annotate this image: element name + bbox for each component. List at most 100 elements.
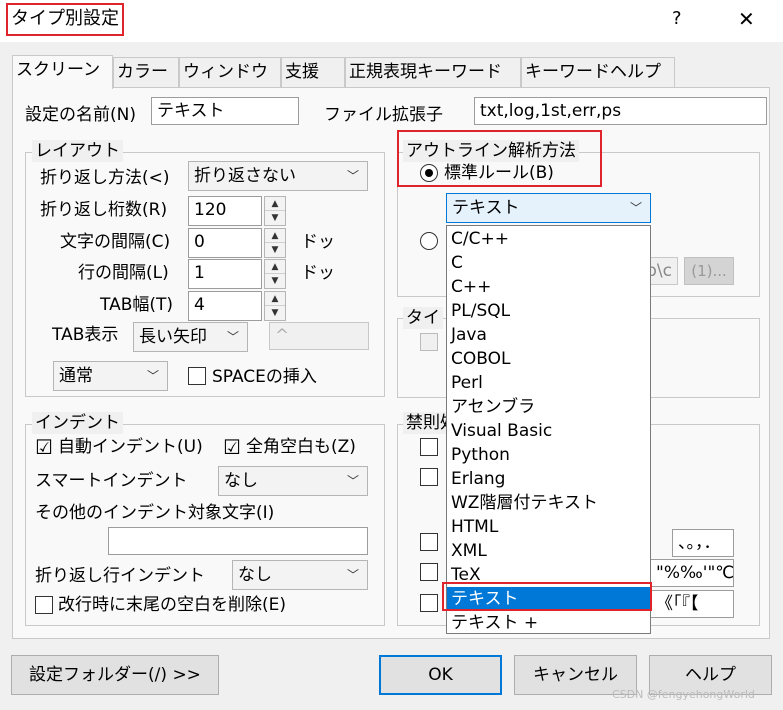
standard-rule-radio[interactable]: [420, 164, 438, 182]
wrap-method-value: 折り返さない: [194, 166, 296, 186]
tab-color[interactable]: カラー: [113, 57, 179, 87]
tab-width-label: TAB幅(T): [100, 295, 174, 315]
char-spacing-spinner[interactable]: ▲ ▼: [264, 228, 286, 258]
wrap-method-select[interactable]: 折り返さない ﹀: [188, 161, 368, 191]
line-spacing-spinner[interactable]: ▲ ▼: [264, 259, 286, 289]
tab-screen[interactable]: スクリーン: [12, 55, 113, 89]
chevron-down-icon: ﹀: [346, 568, 359, 582]
dropdown-option[interactable]: Visual Basic: [447, 419, 650, 443]
wrap-cols-spinner[interactable]: ▲ ▼: [264, 196, 286, 226]
smart-indent-label: スマートインデント: [35, 471, 188, 491]
tab-display-select[interactable]: 長い矢印 ﹀: [133, 322, 248, 352]
dropdown-option[interactable]: Perl: [447, 371, 650, 395]
tab-regex-keyword[interactable]: 正規表現キーワード: [345, 57, 521, 87]
tab-width-input[interactable]: 4: [188, 291, 262, 321]
ok-button[interactable]: OK: [379, 655, 502, 695]
mode-select[interactable]: 通常 ﹀: [53, 361, 168, 391]
kinsoku-checkbox-2[interactable]: [420, 468, 438, 486]
dropdown-option[interactable]: Python: [447, 443, 650, 467]
tab-keyword-help[interactable]: キーワードヘルプ: [521, 57, 675, 87]
spin-down-icon[interactable]: ▼: [265, 243, 285, 257]
kinsoku-field-2[interactable]: "%‰'"℃、: [650, 559, 734, 587]
chevron-down-icon: ﹀: [146, 369, 159, 383]
type-checkbox[interactable]: [420, 333, 438, 351]
spin-down-icon[interactable]: ▼: [265, 274, 285, 288]
file-ext-input[interactable]: txt,log,1st,err,ps: [474, 97, 767, 125]
kinsoku-checkbox-3[interactable]: [420, 533, 438, 551]
dropdown-option[interactable]: COBOL: [447, 347, 650, 371]
dropdown-option[interactable]: WZ階層付テキスト: [447, 491, 650, 515]
line-spacing-unit: ドッ: [301, 263, 335, 283]
tab-display-value: 長い矢印: [139, 327, 207, 347]
close-icon[interactable]: ✕: [738, 8, 755, 30]
char-spacing-input[interactable]: 0: [188, 228, 262, 258]
dropdown-option[interactable]: アセンブラ: [447, 395, 650, 419]
kinsoku-field-3[interactable]: 《「『【: [650, 590, 734, 618]
layout-group-title: レイアウト: [32, 140, 123, 162]
wrap-cols-input[interactable]: 120: [188, 196, 262, 226]
selected-option-highlight: [442, 582, 652, 611]
standard-rule-label: 標準ルール(B): [444, 163, 554, 183]
spin-up-icon[interactable]: ▲: [265, 260, 285, 274]
indent-group-title: インデント: [32, 412, 123, 434]
type-group-title: タイ: [403, 307, 443, 329]
space-insert-checkbox[interactable]: [188, 367, 206, 385]
chevron-down-icon: ﹀: [629, 201, 642, 215]
fullwidth-space-label: 全角空白も(Z): [246, 437, 356, 457]
chevron-down-icon: ﹀: [226, 330, 239, 344]
spin-down-icon[interactable]: ▼: [265, 211, 285, 225]
rule-file-browse-button[interactable]: (1)...: [684, 257, 734, 285]
dropdown-option[interactable]: HTML: [447, 515, 650, 539]
other-indent-chars-input[interactable]: [108, 527, 368, 555]
file-ext-label: ファイル拡張子: [324, 105, 443, 125]
char-spacing-unit: ドッ: [301, 232, 335, 252]
char-spacing-label: 文字の間隔(C): [60, 232, 171, 252]
rule-file-radio[interactable]: [420, 232, 438, 250]
dropdown-option[interactable]: Java: [447, 323, 650, 347]
title-highlight: [6, 3, 124, 36]
outline-rule-value: テキスト: [452, 198, 520, 218]
setting-name-input[interactable]: テキスト: [151, 97, 299, 125]
tab-display-label: TAB表示: [52, 325, 119, 345]
kinsoku-field-1[interactable]: 、。，．: [672, 529, 734, 557]
outline-rule-dropdown: C/C++ C C++ PL/SQL Java COBOL Perl アセンブラ…: [446, 225, 651, 634]
auto-indent-label: 自動インデント(U): [58, 437, 203, 457]
fullwidth-space-checkbox[interactable]: ☑: [223, 437, 241, 457]
tab-char-input[interactable]: ^: [269, 322, 369, 350]
dropdown-option[interactable]: C++: [447, 275, 650, 299]
kinsoku-checkbox-5[interactable]: [420, 594, 438, 612]
tab-window[interactable]: ウィンドウ: [179, 57, 281, 87]
wrap-indent-label: 折り返し行インデント: [35, 566, 205, 586]
tab-support[interactable]: 支援: [281, 57, 345, 87]
dropdown-option[interactable]: PL/SQL: [447, 299, 650, 323]
dropdown-option[interactable]: C/C++: [447, 227, 650, 251]
dropdown-option[interactable]: Erlang: [447, 467, 650, 491]
settings-folder-button[interactable]: 設定フォルダー(/) >>: [11, 655, 219, 695]
trim-trailing-checkbox[interactable]: [35, 596, 53, 614]
line-spacing-label: 行の間隔(L): [78, 263, 169, 283]
outline-rule-select[interactable]: テキスト ﹀: [446, 193, 651, 223]
chevron-down-icon: ﹀: [346, 169, 359, 183]
dropdown-option[interactable]: テキスト +: [447, 611, 650, 635]
help-icon[interactable]: ?: [672, 8, 682, 30]
wrap-indent-value: なし: [238, 565, 272, 585]
spin-up-icon[interactable]: ▲: [265, 197, 285, 211]
tab-width-spinner[interactable]: ▲ ▼: [264, 291, 286, 321]
wrap-indent-select[interactable]: なし ﹀: [232, 560, 368, 590]
watermark: CSDN @fengyehongWorld: [612, 688, 755, 701]
spin-up-icon[interactable]: ▲: [265, 292, 285, 306]
auto-indent-checkbox[interactable]: ☑: [35, 437, 53, 457]
spin-up-icon[interactable]: ▲: [265, 229, 285, 243]
dropdown-option[interactable]: XML: [447, 539, 650, 563]
kinsoku-checkbox-1[interactable]: [420, 438, 438, 456]
chevron-down-icon: ﹀: [346, 474, 359, 488]
dropdown-option[interactable]: C: [447, 251, 650, 275]
wrap-cols-label: 折り返し桁数(R): [40, 200, 168, 220]
trim-trailing-label: 改行時に末尾の空白を削除(E): [58, 595, 287, 615]
setting-name-label: 設定の名前(N): [25, 105, 136, 125]
kinsoku-checkbox-4[interactable]: [420, 563, 438, 581]
line-spacing-input[interactable]: 1: [188, 259, 262, 289]
smart-indent-select[interactable]: なし ﹀: [218, 466, 368, 496]
spin-down-icon[interactable]: ▼: [265, 306, 285, 320]
mode-value: 通常: [59, 366, 93, 386]
